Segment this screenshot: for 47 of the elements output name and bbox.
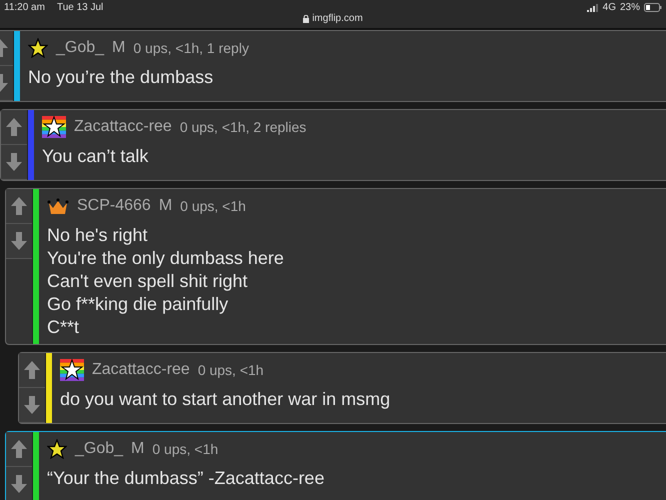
mod-label: M xyxy=(112,39,126,57)
username-link[interactable]: SCP-4666 xyxy=(77,197,151,215)
downvote-button[interactable] xyxy=(1,145,27,180)
rainbow-star-icon xyxy=(60,359,84,381)
username-link[interactable]: _Gob_ xyxy=(56,39,104,57)
rainbow-star-icon xyxy=(42,116,66,138)
comment-text: No he's right You're the only dumbass here Can't even spell shit right Go f**king die painfully C**t xyxy=(47,224,285,339)
upvote-button[interactable] xyxy=(6,432,32,467)
downvote-arrow-icon xyxy=(5,152,23,172)
upvote-arrow-icon xyxy=(10,439,28,459)
upvote-arrow-icon xyxy=(10,196,28,216)
username-link[interactable]: Zacattacc-ree xyxy=(74,118,172,136)
mod-label: M xyxy=(158,197,172,215)
comment-meta: 0 ups, <1h, 2 replies xyxy=(180,119,306,135)
lock-icon xyxy=(303,14,310,22)
battery-percent: 23% xyxy=(620,2,640,13)
comment-text: do you want to start another war in msmg xyxy=(60,388,392,411)
downvote-arrow-icon xyxy=(10,231,28,251)
downvote-button[interactable] xyxy=(6,467,32,500)
downvote-arrow-icon xyxy=(23,395,41,415)
upvote-button[interactable] xyxy=(1,110,27,145)
date-label: Tue 13 Jul xyxy=(56,2,104,13)
comment-text: “Your the dumbass” -Zacattacc-ree xyxy=(47,467,326,490)
url-label[interactable]: imgflip.com xyxy=(312,13,363,24)
star-icon xyxy=(47,439,67,459)
clock-time: 11:20 am xyxy=(4,2,45,13)
comment-meta: 0 ups, <1h xyxy=(198,362,264,378)
downvote-arrow-icon xyxy=(10,474,28,494)
comment-text: No you’re the dumbass xyxy=(28,66,214,89)
upvote-arrow-icon xyxy=(5,117,23,137)
star-icon xyxy=(28,38,48,58)
username-link[interactable]: _Gob_ xyxy=(75,440,124,458)
signal-icon xyxy=(586,4,599,12)
comment-meta: 0 ups, <1h xyxy=(180,198,246,214)
comment-meta: 0 ups, <1h, 1 reply xyxy=(133,40,249,56)
username-link[interactable]: Zacattacc-ree xyxy=(92,361,190,379)
mod-label: M xyxy=(131,440,144,458)
comment-text: You can’t talk xyxy=(42,145,150,168)
battery-icon xyxy=(644,3,662,12)
downvote-button[interactable] xyxy=(6,224,32,259)
upvote-button[interactable] xyxy=(19,353,45,388)
downvote-button[interactable] xyxy=(19,388,45,423)
upvote-arrow-icon xyxy=(23,360,41,380)
comment-meta: 0 ups, <1h xyxy=(152,441,218,457)
upvote-button[interactable] xyxy=(6,189,32,224)
crown-icon xyxy=(47,197,69,215)
network-label: 4G xyxy=(602,2,616,13)
